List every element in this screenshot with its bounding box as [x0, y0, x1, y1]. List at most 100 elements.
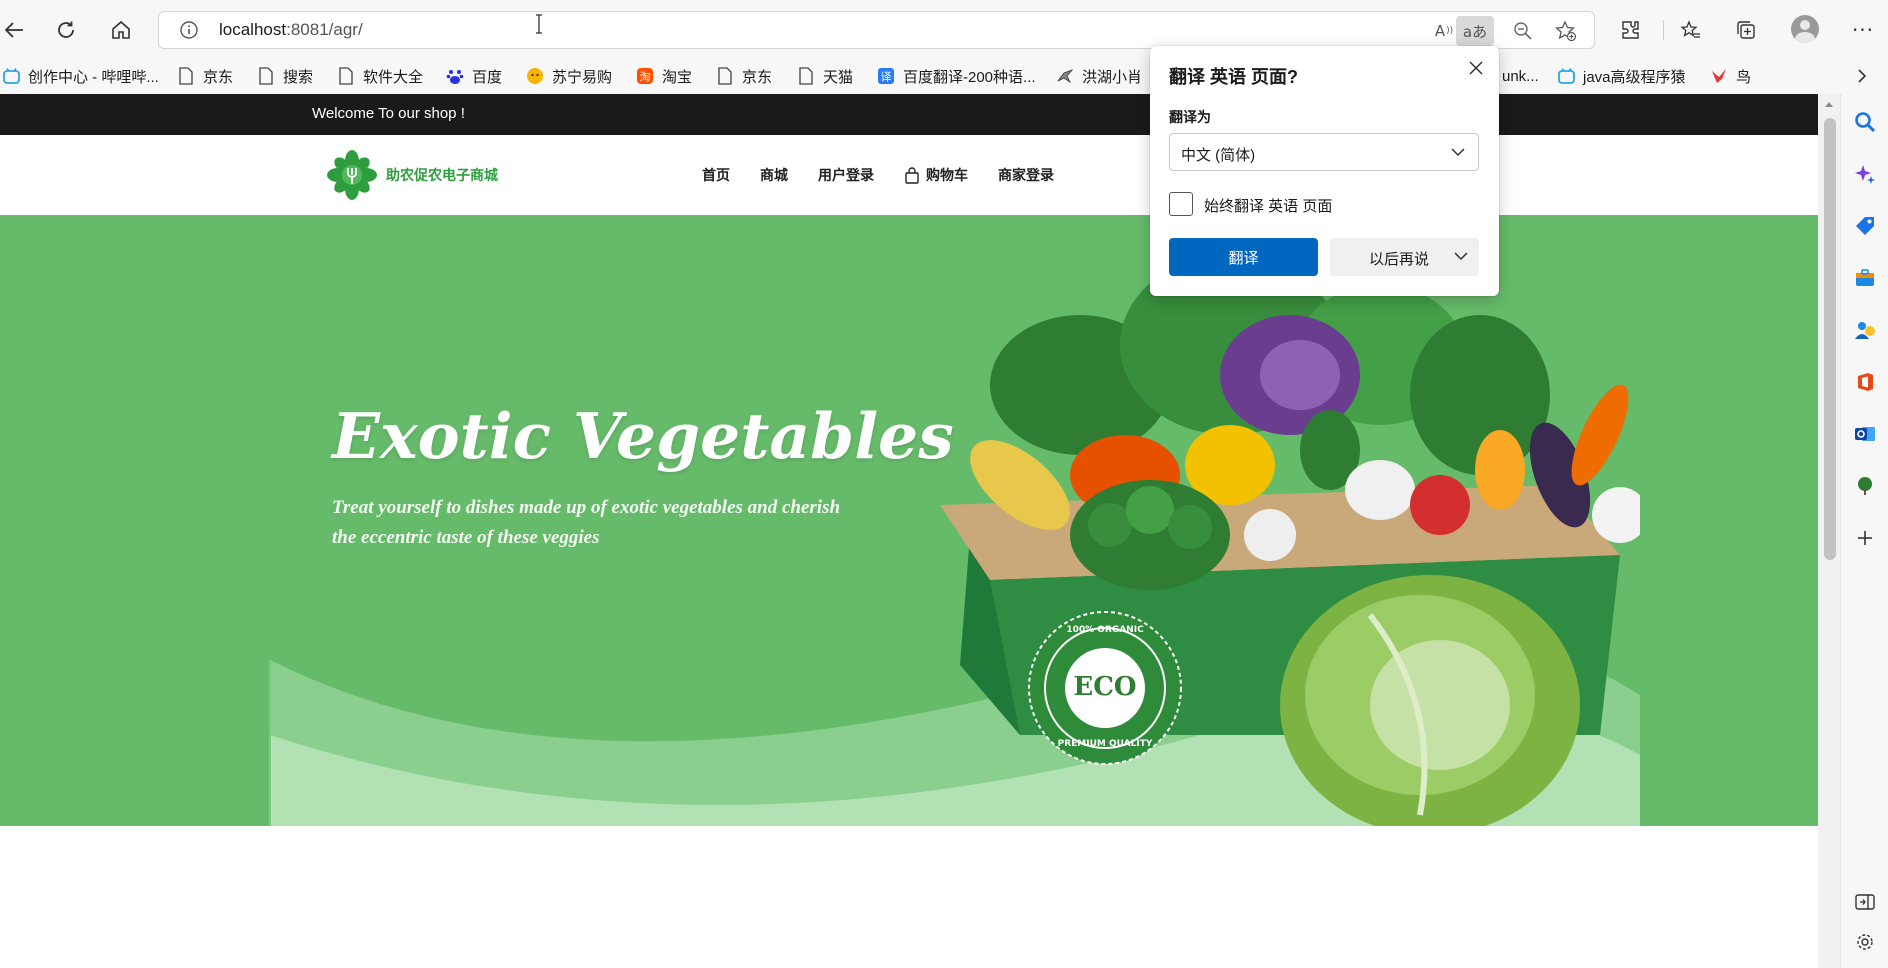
scrollbar-thumb[interactable]: [1824, 118, 1836, 560]
svg-text:译: 译: [881, 71, 892, 84]
read-aloud-icon[interactable]: A)): [1429, 16, 1459, 46]
bookmark-label: 洪湖小肖: [1082, 68, 1143, 86]
tools-briefcase-icon[interactable]: [1853, 266, 1877, 290]
text-cursor-icon: [536, 14, 542, 34]
bookmark-label: 百度: [472, 68, 503, 86]
nav-cart-label: 购物车: [926, 168, 968, 184]
home-icon[interactable]: [103, 12, 139, 48]
translate-icon[interactable]: aあ: [1456, 16, 1494, 46]
refresh-icon[interactable]: [48, 12, 84, 48]
url-path: :8081/agr/: [286, 20, 363, 39]
hero-banner[interactable]: Exotic Vegetables Treat yourself to dish…: [0, 215, 1818, 826]
zoom-out-icon[interactable]: [1508, 16, 1538, 46]
bookmark-item[interactable]: 百度: [446, 58, 502, 94]
close-icon[interactable]: [1464, 56, 1488, 80]
bilibili-icon: [1557, 67, 1575, 85]
outlook-icon[interactable]: [1853, 422, 1877, 446]
scroll-up-arrow-icon[interactable]: [1824, 100, 1834, 108]
translate-language-value: 中文 (简体): [1181, 147, 1256, 164]
always-translate-label[interactable]: 始终翻译 英语 页面: [1204, 195, 1332, 216]
bookmark-label: 天猫: [823, 68, 854, 86]
bookmark-item[interactable]: 京东: [716, 58, 772, 94]
read-aloud-glyph: A: [1434, 22, 1446, 40]
bookmark-label: 鸟: [1736, 68, 1752, 86]
bookmark-item[interactable]: unk...: [1502, 58, 1539, 94]
nav-home[interactable]: 首页: [702, 165, 730, 185]
not-now-button[interactable]: 以后再说: [1330, 238, 1479, 276]
nav-home-label: 首页: [702, 168, 730, 184]
translate-language-select[interactable]: 中文 (简体): [1169, 133, 1479, 171]
bookmark-item[interactable]: 译 百度翻译-200种语...: [877, 58, 1036, 94]
baidu-translate-icon: 译: [877, 67, 895, 85]
profile-avatar[interactable]: [1791, 15, 1819, 43]
suning-icon: [526, 67, 544, 85]
bookmark-item[interactable]: java高级程序猿: [1557, 58, 1686, 94]
url-text[interactable]: localhost:8081/agr/: [219, 20, 363, 40]
bookmark-item[interactable]: 创作中心 - 哔哩哔...: [2, 58, 159, 94]
add-sidebar-app-icon[interactable]: [1853, 526, 1877, 550]
browser-toolbar: localhost:8081/agr/ A)) aあ ···: [0, 0, 1888, 58]
bookmark-item[interactable]: 苏宁易购: [526, 58, 612, 94]
site-info-icon[interactable]: [179, 20, 199, 44]
chevron-down-icon[interactable]: [1453, 250, 1469, 262]
svg-text:淘: 淘: [640, 71, 651, 84]
office-icon[interactable]: [1853, 370, 1877, 394]
bird-icon: [1056, 67, 1074, 85]
bookmark-item[interactable]: 天猫: [797, 58, 853, 94]
nav-user-login[interactable]: 用户登录: [818, 165, 874, 185]
translate-target-label: 翻译为: [1169, 109, 1211, 125]
hero-title: Exotic Vegetables: [332, 399, 954, 473]
nav-merchant-login[interactable]: 商家登录: [998, 165, 1054, 185]
bookmark-label: 京东: [742, 68, 773, 86]
chevron-down-icon: [1451, 148, 1465, 157]
collections-icon[interactable]: [1728, 12, 1764, 48]
shopping-tag-icon[interactable]: [1853, 214, 1877, 238]
bookmark-label: 京东: [203, 68, 234, 86]
translate-popup: 翻译 英语 页面? 翻译为 中文 (简体) 始终翻译 英语 页面 翻译 以后再说: [1150, 46, 1499, 296]
site-topbar: Welcome To our shop !: [0, 94, 1818, 135]
bookmark-item[interactable]: 京东: [177, 58, 233, 94]
nav-cart[interactable]: 购物车: [904, 165, 968, 185]
back-arrow-icon[interactable]: [0, 12, 32, 48]
bilibili-icon: [2, 67, 20, 85]
not-now-label: 以后再说: [1369, 251, 1430, 268]
leaf-logo-icon: [327, 150, 377, 200]
bookmark-item[interactable]: 鸟: [1710, 58, 1751, 94]
sidebar-settings-icon[interactable]: [1853, 930, 1877, 954]
more-options-icon[interactable]: ···: [1845, 12, 1881, 48]
logo-text: 助农促农电子商城: [386, 168, 498, 184]
bookmark-item[interactable]: 软件大全: [337, 58, 423, 94]
main-nav: 首页 商城 用户登录 购物车 商家登录: [702, 135, 1054, 215]
bookmark-label: 搜索: [283, 68, 314, 86]
shopping-bag-icon: [905, 166, 919, 184]
translate-glyph: aあ: [1462, 22, 1488, 41]
copilot-sparkle-icon[interactable]: [1853, 162, 1877, 186]
address-bar[interactable]: localhost:8081/agr/ A)) aあ: [158, 11, 1595, 49]
bookmark-label: 创作中心 - 哔哩哔...: [28, 68, 159, 86]
translate-button[interactable]: 翻译: [1169, 238, 1318, 276]
tree-icon[interactable]: [1853, 474, 1877, 498]
hide-sidebar-icon[interactable]: [1853, 890, 1877, 914]
bookmark-label: 百度翻译-200种语...: [903, 68, 1036, 86]
eco-badge: ECO 100% ORGANIC PREMIUM QUALITY: [1027, 610, 1183, 766]
web-page: Welcome To our shop ! 助农促农电子商城 首页 商城 用户登…: [0, 94, 1818, 968]
nav-shop[interactable]: 商城: [760, 165, 788, 185]
bookmarks-overflow-icon[interactable]: [1856, 58, 1868, 94]
vegetable-box-image: [940, 255, 1640, 826]
extensions-icon[interactable]: [1612, 12, 1648, 48]
bookmark-item[interactable]: 搜索: [257, 58, 313, 94]
nav-shop-label: 商城: [760, 168, 788, 184]
favorites-icon[interactable]: [1673, 12, 1709, 48]
bookmark-label: unk...: [1502, 67, 1539, 85]
always-translate-checkbox[interactable]: [1169, 192, 1193, 216]
bookmark-item[interactable]: 洪湖小肖: [1056, 58, 1142, 94]
add-favorite-icon[interactable]: [1551, 16, 1581, 46]
translate-popup-title: 翻译 英语 页面?: [1169, 67, 1298, 87]
bookmark-label: 软件大全: [363, 68, 424, 86]
bookmark-label: 苏宁易购: [552, 68, 613, 86]
site-logo[interactable]: 助农促农电子商城: [326, 149, 498, 201]
organic-badge-text: 100% ORGANIC: [1066, 625, 1144, 635]
bookmark-item[interactable]: 淘 淘宝: [636, 58, 692, 94]
games-icon[interactable]: [1853, 318, 1877, 342]
search-icon[interactable]: [1853, 110, 1877, 134]
